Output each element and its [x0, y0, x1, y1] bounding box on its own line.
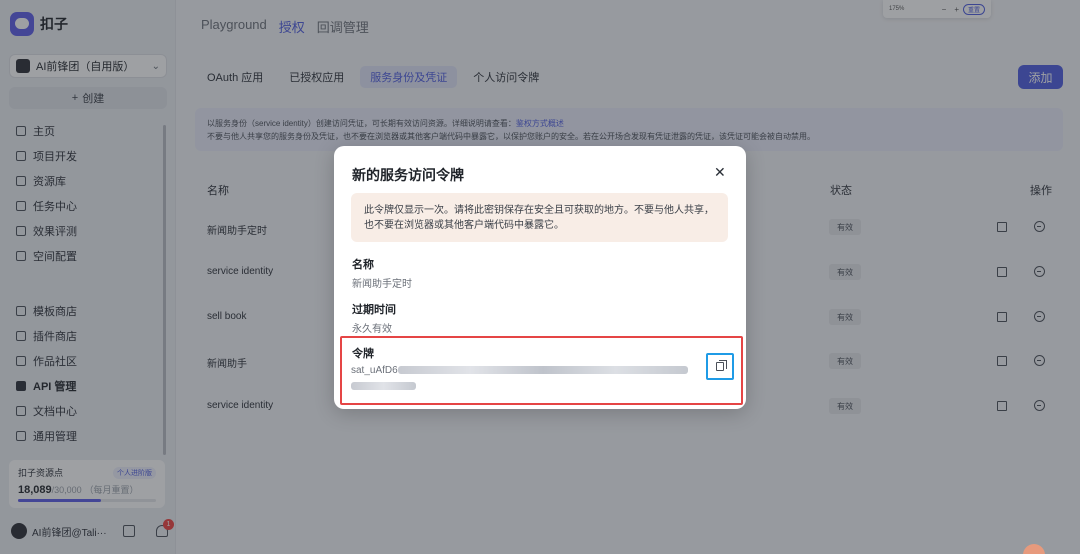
token-label: 令牌: [352, 348, 374, 360]
warning-notice: 此令牌仅显示一次。请将此密钥保存在安全且可获取的地方。不要与他人共享，也不要在浏…: [351, 193, 728, 242]
token-redacted: [351, 382, 416, 390]
copy-icon: [716, 360, 727, 371]
copy-button[interactable]: [706, 353, 734, 380]
expiry-value: 永久有效: [352, 324, 392, 335]
name-value: 新闻助手定时: [352, 279, 412, 290]
token-redacted: [397, 366, 688, 375]
close-icon[interactable]: ✕: [714, 164, 726, 181]
modal-title: 新的服务访问令牌: [352, 167, 464, 183]
token-prefix: sat_uAfD6: [351, 365, 398, 376]
name-label: 名称: [352, 259, 374, 271]
token-modal: 新的服务访问令牌 ✕ 此令牌仅显示一次。请将此密钥保存在安全且可获取的地方。不要…: [334, 146, 746, 409]
expiry-label: 过期时间: [352, 304, 396, 316]
token-value[interactable]: sat_uAfD6: [351, 364, 691, 390]
